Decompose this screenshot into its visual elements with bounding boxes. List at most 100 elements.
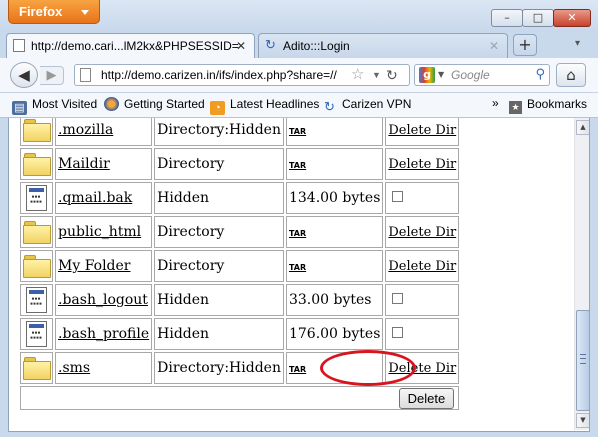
- action-cell: Delete Dir: [385, 148, 460, 180]
- file-name-link[interactable]: My Folder: [58, 258, 131, 274]
- delete-dir-link[interactable]: Delete Dir: [388, 123, 456, 138]
- url-text[interactable]: http://demo.carizen.in/ifs/index.php?sha…: [101, 65, 351, 85]
- close-icon: ✕: [567, 11, 577, 24]
- scrollbar-thumb[interactable]: [576, 310, 589, 411]
- bookmark-label: Carizen VPN: [342, 97, 412, 111]
- highlight-ellipse: [320, 350, 416, 386]
- name-cell: My Folder: [55, 250, 153, 282]
- google-icon[interactable]: g: [419, 67, 435, 83]
- bookmarks-menu-label: Bookmarks: [527, 97, 588, 111]
- tar-link[interactable]: TAR: [289, 229, 306, 238]
- table-row: Maildir Directory TAR Delete Dir: [20, 148, 460, 180]
- icon-cell: [20, 148, 53, 180]
- back-button[interactable]: ◀: [10, 62, 38, 88]
- tar-link[interactable]: TAR: [289, 161, 306, 170]
- file-size: 176.00 bytes: [288, 326, 381, 342]
- tar-link[interactable]: TAR: [289, 127, 306, 136]
- folder-icon[interactable]: [23, 357, 51, 380]
- scroll-down-button[interactable]: ▼: [576, 413, 589, 428]
- folder-icon[interactable]: [23, 255, 51, 278]
- type-cell: Hidden: [154, 284, 284, 316]
- search-placeholder[interactable]: Google: [451, 65, 490, 85]
- tab-close-icon[interactable]: ✕: [489, 35, 499, 57]
- bookmark-label: Latest Headlines: [230, 97, 320, 111]
- size-cell: TAR: [285, 250, 384, 282]
- grip-icon: [580, 354, 586, 364]
- search-engine-dropdown-icon[interactable]: ▼: [438, 65, 444, 85]
- tab-list-dropdown-icon[interactable]: ▾: [575, 38, 580, 49]
- icon-cell: ▪▪▪ ▪▪▪▪: [20, 182, 53, 214]
- rss-icon: ◔: [210, 101, 225, 115]
- folder-icon[interactable]: [23, 119, 51, 142]
- vertical-scrollbar[interactable]: ▲ ▼: [574, 118, 589, 430]
- tab-file-manager[interactable]: http://demo.cari...lM2kx&PHPSESSID= ✕: [6, 33, 255, 58]
- table-row: ▪▪▪▪▪▪▪ .bash_logout HiddenTAR33.00 bytes: [20, 284, 460, 316]
- file-icon[interactable]: ▪▪▪ ▪▪▪▪: [26, 321, 47, 347]
- action-cell: Delete Dir: [385, 216, 460, 248]
- maximize-icon: □: [532, 11, 544, 24]
- icon-cell: [20, 216, 53, 248]
- address-bar[interactable]: http://demo.carizen.in/ifs/index.php?sha…: [74, 64, 410, 86]
- tar-link[interactable]: TAR: [289, 365, 306, 374]
- file-name-link[interactable]: .sms: [58, 360, 90, 376]
- file-icon[interactable]: ▪▪▪ ▪▪▪▪: [26, 185, 47, 211]
- table-row: My Folder Directory TAR Delete Dir: [20, 250, 460, 282]
- history-dropdown-icon[interactable]: ▼: [372, 65, 381, 85]
- close-window-button[interactable]: ✕: [553, 9, 591, 27]
- name-cell: public_html: [55, 216, 153, 248]
- bookmark-carizen-vpn[interactable]: ↻ Carizen VPN: [322, 97, 411, 114]
- delete-dir-link[interactable]: Delete Dir: [388, 157, 456, 172]
- bookmark-label: Getting Started: [124, 97, 205, 111]
- bookmark-most-visited[interactable]: ▤ Most Visited: [12, 97, 97, 115]
- maximize-button[interactable]: □: [522, 9, 554, 27]
- search-icon[interactable]: ⚲: [535, 65, 545, 85]
- delete-dir-link[interactable]: Delete Dir: [388, 225, 456, 240]
- name-cell: .bash_profile: [55, 318, 153, 350]
- tar-link[interactable]: TAR: [289, 263, 306, 272]
- table-footer-row: Delete: [20, 386, 460, 410]
- home-button[interactable]: ⌂: [556, 63, 586, 87]
- footer-cell: Delete: [20, 386, 460, 410]
- bookmark-star-icon[interactable]: ☆: [351, 65, 364, 85]
- forward-button[interactable]: ▶: [40, 66, 64, 85]
- folder-icon[interactable]: [23, 221, 51, 244]
- bookmarks-overflow-chevron-icon[interactable]: »: [492, 96, 499, 110]
- arrow-left-icon: ◀: [18, 66, 30, 84]
- arrow-right-icon: ▶: [46, 68, 57, 83]
- file-name-link[interactable]: .mozilla: [58, 122, 113, 138]
- home-icon: ⌂: [566, 66, 576, 84]
- size-cell: TAR: [285, 216, 384, 248]
- file-name-link[interactable]: Maildir: [58, 156, 110, 172]
- bookmark-getting-started[interactable]: Getting Started: [104, 97, 205, 111]
- type-cell: Directory: [154, 250, 284, 282]
- action-cell: Delete Dir: [385, 250, 460, 282]
- delete-button[interactable]: Delete: [398, 387, 455, 409]
- file-name-link[interactable]: public_html: [58, 224, 141, 240]
- bookmark-latest-headlines[interactable]: ◔ Latest Headlines: [210, 97, 319, 115]
- file-name-link[interactable]: .bash_logout: [58, 292, 148, 308]
- firefox-menu-button[interactable]: Firefox: [8, 0, 100, 24]
- icon-cell: ▪▪▪ ▪▪▪▪: [20, 318, 53, 350]
- tab-close-icon[interactable]: ✕: [236, 35, 246, 57]
- select-checkbox[interactable]: [392, 191, 404, 202]
- name-cell: .bash_logout: [55, 284, 153, 316]
- scroll-up-button[interactable]: ▲: [576, 120, 589, 135]
- delete-dir-link[interactable]: Delete Dir: [388, 259, 456, 274]
- minimize-button[interactable]: –: [491, 9, 523, 27]
- file-icon[interactable]: ▪▪▪ ▪▪▪▪: [26, 287, 47, 313]
- select-checkbox[interactable]: [392, 327, 404, 338]
- file-name-link[interactable]: .qmail.bak: [58, 190, 132, 206]
- select-checkbox[interactable]: [392, 293, 404, 304]
- icon-cell: [20, 250, 53, 282]
- search-bar[interactable]: g ▼ Google ⚲: [414, 64, 550, 86]
- tab-adito-login[interactable]: ↻ Adito:::Login ✕: [258, 33, 508, 58]
- icon-cell: [20, 352, 53, 384]
- bookmarks-menu-button[interactable]: ★ Bookmarks: [509, 97, 587, 114]
- size-cell: TAR: [285, 148, 384, 180]
- folder-icon[interactable]: [23, 153, 51, 176]
- name-cell: Maildir: [55, 148, 153, 180]
- file-name-link[interactable]: .bash_profile: [58, 326, 149, 342]
- reload-icon[interactable]: ↻: [386, 65, 398, 85]
- new-tab-button[interactable]: +: [513, 34, 537, 56]
- page-content: .mozilla Directory:Hidden TAR Delete Dir Mai…: [8, 118, 590, 432]
